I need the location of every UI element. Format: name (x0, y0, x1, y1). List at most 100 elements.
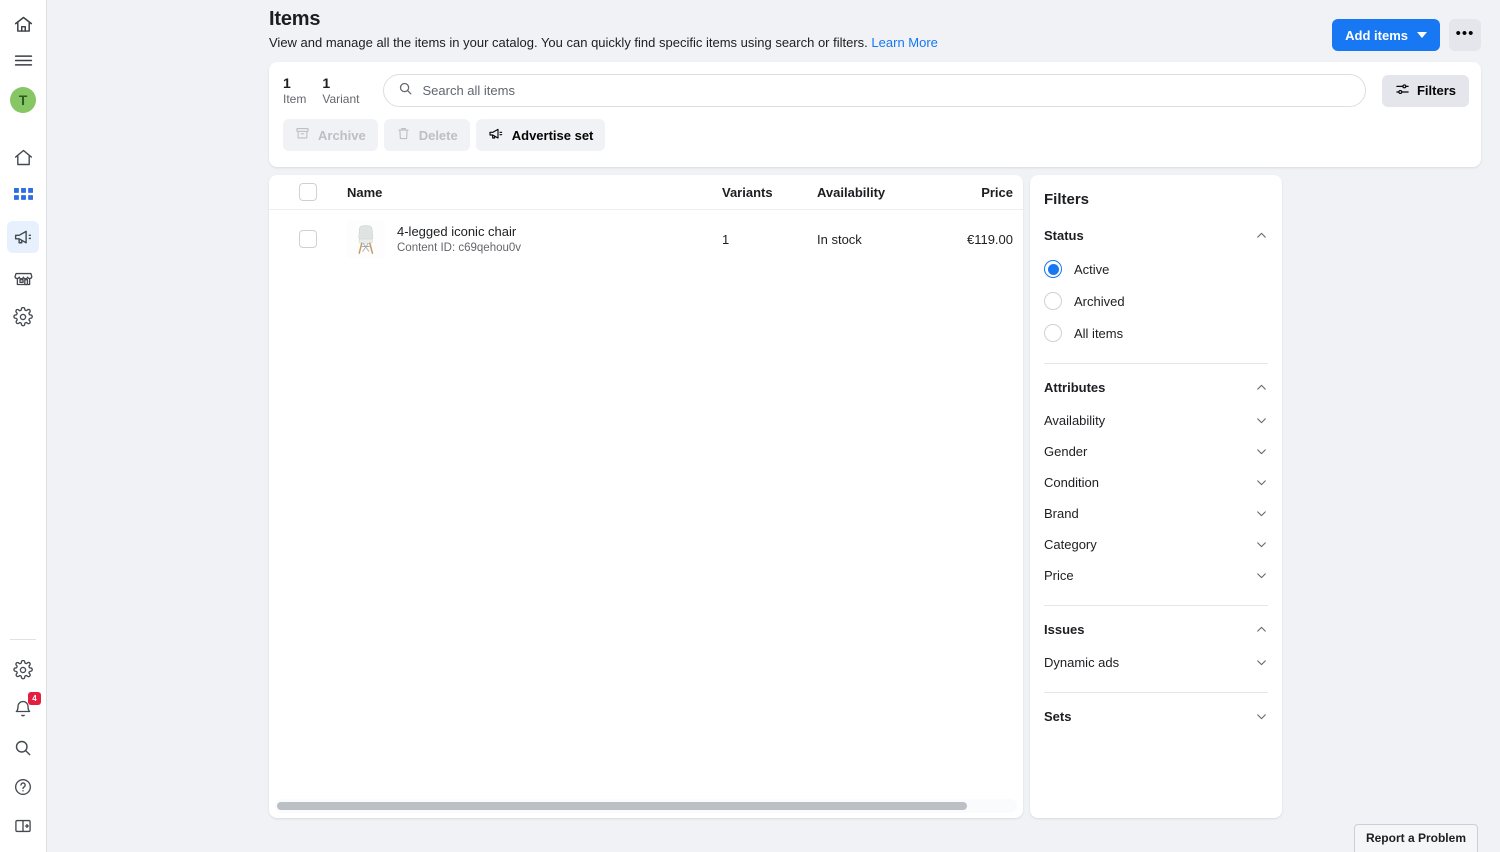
variant-count: 1 Variant (322, 75, 359, 107)
status-option-all-items[interactable]: All items (1044, 317, 1268, 349)
archive-button-label: Archive (318, 128, 366, 143)
select-all-cell (269, 183, 347, 201)
learn-more-link[interactable]: Learn More (871, 35, 937, 50)
chevron-down-icon (1255, 507, 1268, 520)
chevron-down-icon (1255, 710, 1268, 723)
item-content-id: Content ID: c69qehou0v (397, 242, 521, 254)
bulk-actions-row: Archive Delete Advertise set (269, 119, 1481, 167)
filters-divider (1044, 363, 1268, 364)
variant-count-label: Variant (322, 93, 359, 107)
help-circle-icon[interactable] (7, 771, 39, 803)
archive-button[interactable]: Archive (283, 119, 378, 151)
column-header-availability[interactable]: Availability (817, 185, 937, 200)
delete-button-label: Delete (419, 128, 458, 143)
hamburger-menu-icon[interactable] (7, 44, 39, 76)
status-radio-group: Active Archived All items (1044, 253, 1268, 349)
filter-row-condition-label: Condition (1044, 475, 1099, 490)
table-body: 4-legged iconic chair Content ID: c69qeh… (269, 210, 1023, 799)
filter-row-condition[interactable]: Condition (1044, 467, 1268, 498)
search-icon (398, 81, 413, 101)
item-title[interactable]: 4-legged iconic chair (397, 224, 521, 241)
bell-icon[interactable]: 4 (7, 693, 39, 725)
row-checkbox[interactable] (299, 230, 317, 248)
chevron-up-icon (1255, 623, 1268, 636)
chair-thumbnail[interactable] (347, 220, 385, 258)
settings-gear-icon[interactable] (7, 654, 39, 686)
filter-section-status[interactable]: Status (1044, 222, 1268, 249)
item-price: €119.00 (937, 232, 1023, 247)
notification-badge: 4 (28, 692, 41, 705)
status-option-all-items-label: All items (1074, 326, 1123, 341)
filters-toggle-button[interactable]: Filters (1382, 75, 1469, 107)
filters-divider (1044, 605, 1268, 606)
filter-row-gender[interactable]: Gender (1044, 436, 1268, 467)
filters-panel-title: Filters (1044, 191, 1268, 208)
page-subtitle: View and manage all the items in your ca… (269, 35, 1332, 50)
filter-row-availability[interactable]: Availability (1044, 405, 1268, 436)
filter-section-status-label: Status (1044, 228, 1084, 243)
filter-section-issues[interactable]: Issues (1044, 616, 1268, 643)
filter-row-dynamic-ads[interactable]: Dynamic ads (1044, 647, 1268, 678)
megaphone-icon (488, 126, 504, 145)
trash-icon (396, 126, 411, 144)
add-items-label: Add items (1345, 28, 1408, 43)
filter-section-sets[interactable]: Sets (1044, 703, 1268, 730)
add-items-button[interactable]: Add items (1332, 19, 1440, 51)
item-count: 1 Item (283, 75, 306, 107)
radio-active-icon (1044, 260, 1062, 278)
attributes-list: Availability Gender Condition Brand (1044, 405, 1268, 591)
filters-button-label: Filters (1417, 83, 1456, 98)
filter-row-dynamic-ads-label: Dynamic ads (1044, 655, 1119, 670)
item-variants: 1 (707, 232, 817, 247)
search-box[interactable] (383, 74, 1366, 107)
sidebar-item-home[interactable] (7, 141, 39, 173)
horizontal-scrollbar[interactable] (275, 799, 1017, 813)
filter-section-attributes[interactable]: Attributes (1044, 374, 1268, 401)
filters-divider (1044, 692, 1268, 693)
filter-row-price[interactable]: Price (1044, 560, 1268, 591)
report-a-problem-button[interactable]: Report a Problem (1354, 824, 1478, 852)
rail-divider (10, 639, 36, 640)
chevron-down-icon (1255, 538, 1268, 551)
tune-icon (1395, 82, 1410, 100)
toolbar-card: 1 Item 1 Variant Filters (269, 62, 1481, 167)
status-option-archived[interactable]: Archived (1044, 285, 1268, 317)
sidebar-item-all-tools[interactable] (7, 181, 39, 213)
sidebar-item-ads[interactable] (7, 221, 39, 253)
table-header-row: Name Variants Availability Price (269, 175, 1023, 210)
column-header-price[interactable]: Price (937, 185, 1023, 200)
advertise-set-button[interactable]: Advertise set (476, 119, 606, 151)
sidebar-item-commerce[interactable] (7, 261, 39, 293)
avatar-initial: T (10, 87, 36, 113)
chevron-up-icon (1255, 229, 1268, 242)
filter-section-sets-label: Sets (1044, 709, 1071, 724)
page-title: Items (269, 8, 1332, 31)
status-option-active[interactable]: Active (1044, 253, 1268, 285)
home-outline-icon[interactable] (7, 8, 39, 40)
row-select-cell (269, 230, 347, 248)
horizontal-scrollbar-thumb[interactable] (277, 802, 967, 810)
chevron-down-icon (1255, 445, 1268, 458)
avatar[interactable]: T (7, 84, 39, 116)
search-input[interactable] (422, 83, 1351, 98)
panel-toggle-icon[interactable] (7, 810, 39, 842)
radio-all-items-icon (1044, 324, 1062, 342)
search-icon[interactable] (7, 732, 39, 764)
column-header-name[interactable]: Name (347, 185, 707, 200)
select-all-checkbox[interactable] (299, 183, 317, 201)
filter-row-category[interactable]: Category (1044, 529, 1268, 560)
issues-list: Dynamic ads (1044, 647, 1268, 678)
status-option-active-label: Active (1074, 262, 1109, 277)
sidebar-item-settings[interactable] (7, 301, 39, 333)
more-options-button[interactable]: ••• (1449, 19, 1481, 51)
delete-button[interactable]: Delete (384, 119, 470, 151)
table-row[interactable]: 4-legged iconic chair Content ID: c69qeh… (269, 210, 1023, 268)
filter-row-brand-label: Brand (1044, 506, 1079, 521)
radio-archived-icon (1044, 292, 1062, 310)
page-header-text: Items View and manage all the items in y… (262, 8, 1332, 50)
column-header-variants[interactable]: Variants (707, 185, 817, 200)
filter-row-brand[interactable]: Brand (1044, 498, 1268, 529)
main-area: Items View and manage all the items in y… (47, 0, 1500, 852)
filter-row-availability-label: Availability (1044, 413, 1105, 428)
archive-icon (295, 126, 310, 144)
